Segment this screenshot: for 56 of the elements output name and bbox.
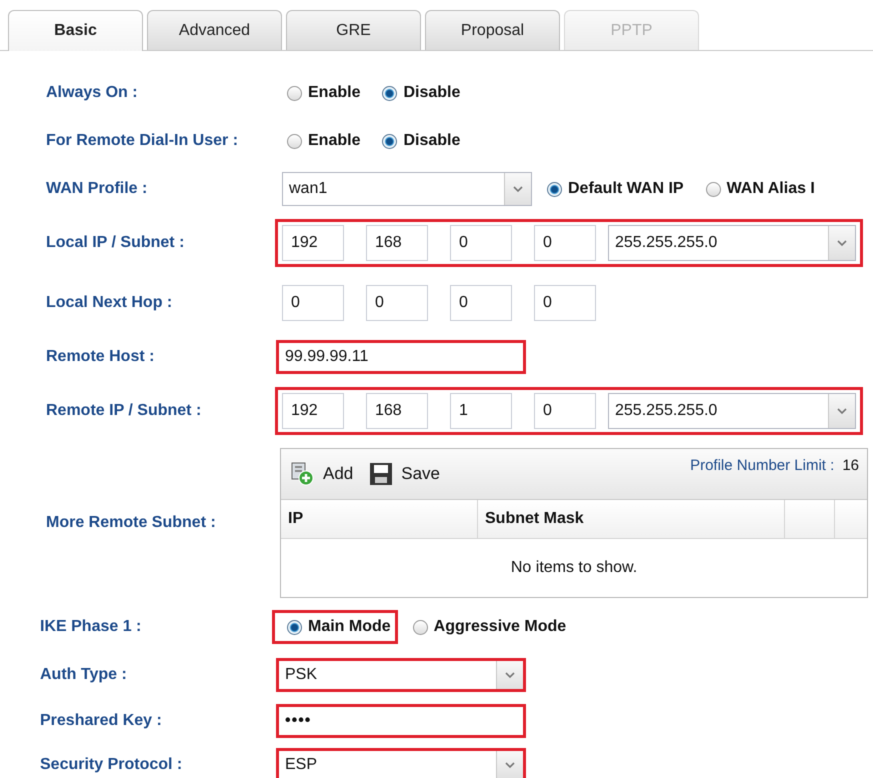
input-field[interactable]: 0 <box>534 225 596 261</box>
input-field[interactable]: •••• <box>276 704 526 738</box>
field-label: Security Protocol : <box>39 756 184 774</box>
input-field[interactable]: 0 <box>282 285 344 321</box>
radio-option[interactable]: Enable <box>272 76 368 110</box>
caret-icon <box>828 394 855 428</box>
input-field[interactable]: 0 <box>450 225 512 261</box>
tab[interactable]: Basic <box>8 10 143 51</box>
radio-option[interactable]: Default WAN IP <box>532 172 691 206</box>
field-label: Local IP / Subnet : <box>45 234 186 252</box>
input-field[interactable]: 0 <box>534 393 596 429</box>
limit-value: 16 <box>842 457 859 474</box>
field-label: Always On : <box>45 84 139 102</box>
caret-icon <box>496 751 523 778</box>
field-label: Remote IP / Subnet : <box>45 402 202 420</box>
radio-option[interactable]: Disable <box>367 124 468 158</box>
input-field[interactable]: 0 <box>366 285 428 321</box>
field-label: Auth Type : <box>39 666 128 684</box>
radio-option[interactable]: Aggressive Mode <box>398 610 574 644</box>
empty-message: No items to show. <box>510 559 638 577</box>
input-field[interactable]: 0 <box>534 285 596 321</box>
dropdown[interactable]: 255.255.255.0 <box>608 393 856 429</box>
dropdown[interactable]: 255.255.255.0 <box>608 225 856 261</box>
dropdown[interactable]: ESP <box>276 748 526 778</box>
input-field[interactable]: 0 <box>450 285 512 321</box>
field-label: Local Next Hop : <box>45 294 174 312</box>
radio-option[interactable]: Disable <box>367 76 468 110</box>
tab[interactable]: GRE <box>286 10 421 50</box>
field-label: For Remote Dial-In User : <box>45 132 240 150</box>
input-field[interactable]: 99.99.99.11 <box>276 340 526 374</box>
field-label: IKE Phase 1 : <box>39 618 142 636</box>
save-button[interactable]: Save <box>369 462 440 486</box>
input-field[interactable]: 192 <box>282 225 344 261</box>
dropdown[interactable]: PSK <box>276 658 526 692</box>
add-button[interactable]: Add <box>289 461 354 487</box>
caret-icon <box>496 661 523 689</box>
caret-icon <box>504 173 531 205</box>
field-label: More Remote Subnet : <box>45 514 217 532</box>
input-field[interactable]: 192 <box>282 393 344 429</box>
tab[interactable]: Advanced <box>147 10 282 50</box>
radio-option[interactable]: WAN Alias I <box>690 172 822 206</box>
input-field[interactable]: 1 <box>450 393 512 429</box>
caret-icon <box>828 226 855 260</box>
limit-label: Profile Number Limit : <box>690 457 834 474</box>
radio-option[interactable]: Main Mode <box>272 610 398 644</box>
column-header: Subnet Mask <box>478 500 785 538</box>
field-label: Remote Host : <box>45 348 156 366</box>
radio-option[interactable]: Enable <box>272 124 368 158</box>
input-field[interactable]: 168 <box>366 393 428 429</box>
input-field[interactable]: 168 <box>366 225 428 261</box>
column-header: IP <box>281 500 478 538</box>
add-icon <box>289 461 315 487</box>
tab[interactable]: Proposal <box>425 10 560 50</box>
field-label: Preshared Key : <box>39 712 163 730</box>
dropdown[interactable]: wan1 <box>282 172 532 206</box>
field-label: WAN Profile : <box>45 180 148 198</box>
